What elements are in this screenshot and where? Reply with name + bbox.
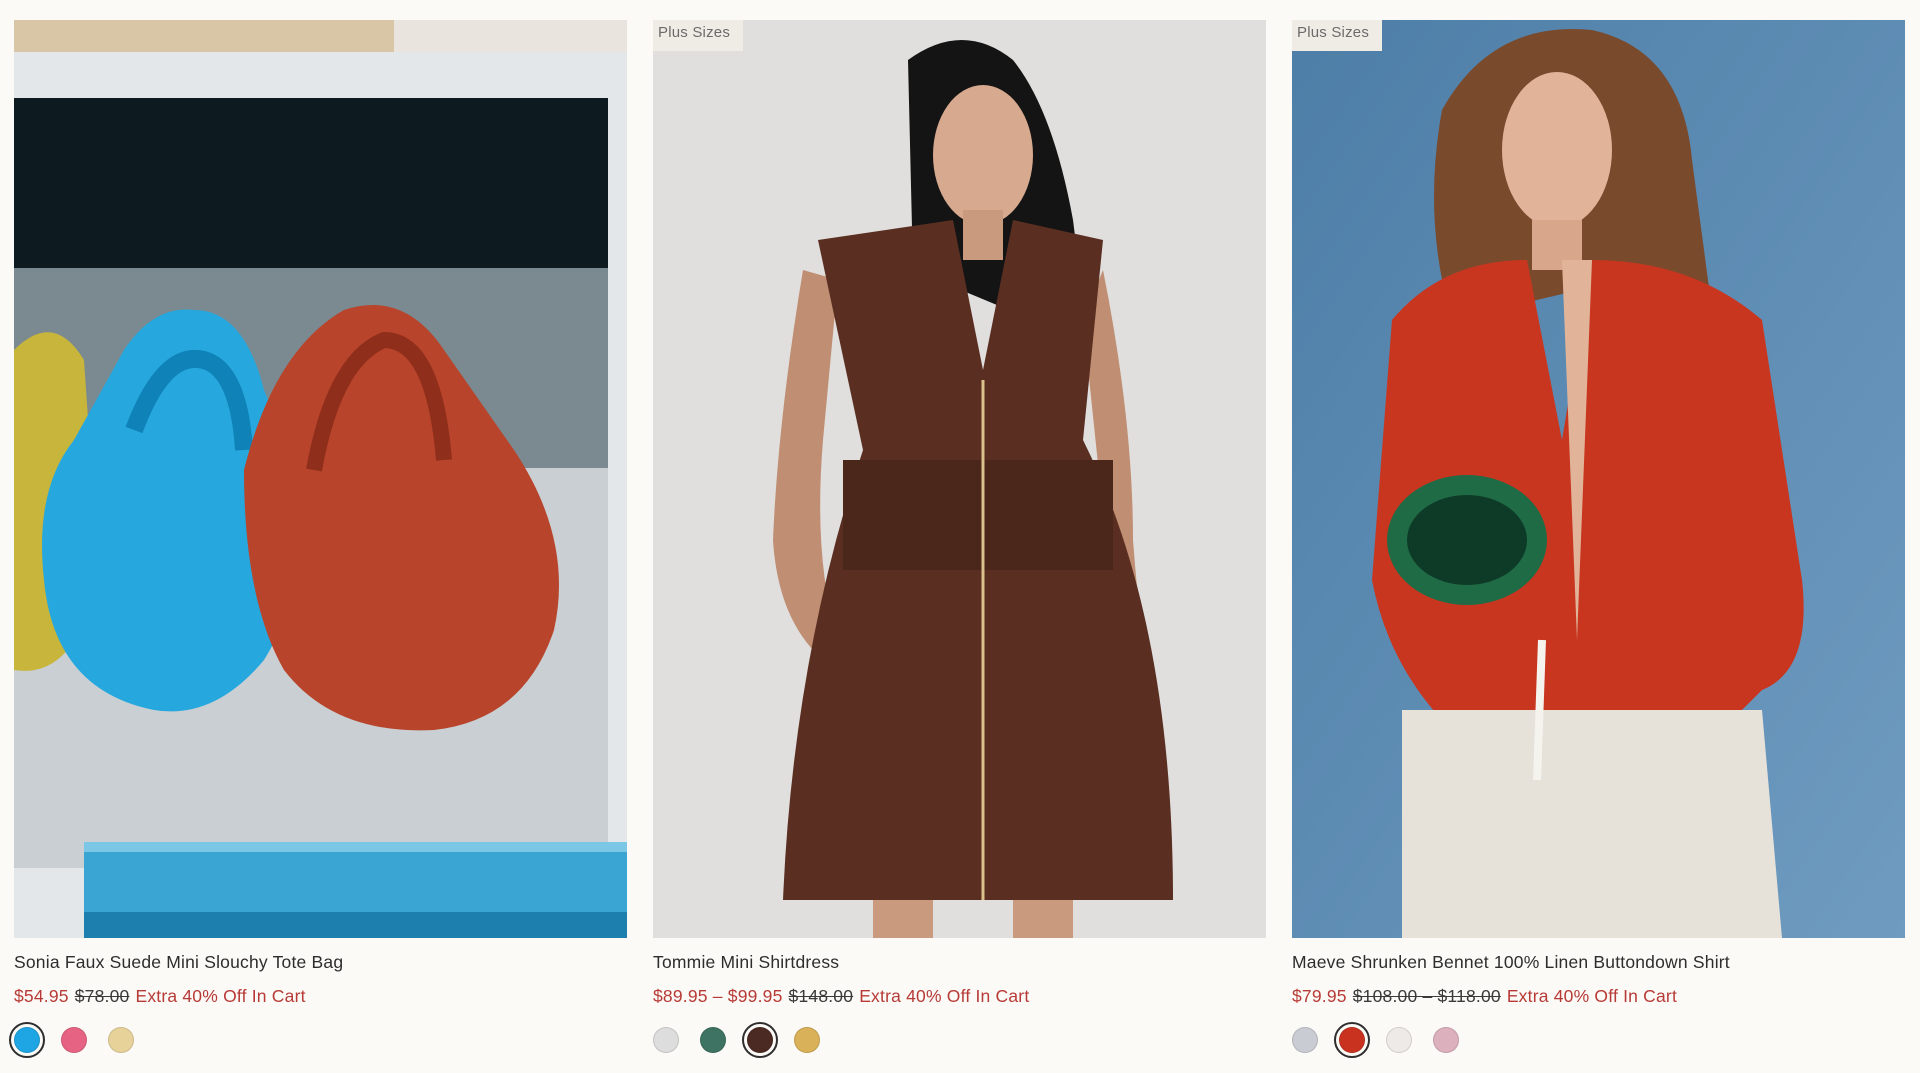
product-price: $89.95 – $99.95 $148.00 Extra 40% Off In C… bbox=[653, 986, 1266, 1007]
color-swatch-white[interactable] bbox=[1386, 1027, 1412, 1053]
color-swatch-grey[interactable] bbox=[1292, 1027, 1318, 1053]
sale-price: $89.95 – $99.95 bbox=[653, 986, 783, 1006]
color-swatches bbox=[653, 1022, 1266, 1058]
color-swatch-red[interactable] bbox=[1334, 1022, 1370, 1058]
product-image[interactable]: Plus Sizes bbox=[653, 20, 1266, 938]
original-price: $108.00 – $118.00 bbox=[1352, 986, 1501, 1006]
product-image[interactable]: Plus Sizes bbox=[1292, 20, 1905, 938]
promo-text: Extra 40% Off In Cart bbox=[135, 986, 306, 1006]
promo-text: Extra 40% Off In Cart bbox=[859, 986, 1030, 1006]
sale-price: $79.95 bbox=[1292, 986, 1347, 1006]
original-price: $148.00 bbox=[788, 986, 854, 1006]
color-swatch-blue[interactable] bbox=[9, 1022, 45, 1058]
product-title[interactable]: Sonia Faux Suede Mini Slouchy Tote Bag bbox=[14, 952, 627, 973]
original-price: $78.00 bbox=[74, 986, 130, 1006]
product-price: $79.95 $108.00 – $118.00 Extra 40% Off In … bbox=[1292, 986, 1905, 1007]
color-swatches bbox=[9, 1022, 627, 1058]
plus-sizes-badge: Plus Sizes bbox=[1292, 20, 1383, 51]
color-swatch-green[interactable] bbox=[700, 1027, 726, 1053]
product-grid: Sonia Faux Suede Mini Slouchy Tote Bag $… bbox=[9, 0, 1905, 1058]
product-image[interactable] bbox=[14, 20, 627, 938]
color-swatch-white[interactable] bbox=[653, 1027, 679, 1053]
color-swatch-pink[interactable] bbox=[61, 1027, 87, 1053]
product-title[interactable]: Tommie Mini Shirtdress bbox=[653, 952, 1266, 973]
color-swatch-gold[interactable] bbox=[108, 1027, 134, 1053]
product-card[interactable]: Plus Sizes Maeve Shrunken Bennet 100% Li… bbox=[1292, 0, 1905, 1058]
plus-sizes-badge: Plus Sizes bbox=[653, 20, 744, 51]
color-swatch-brown[interactable] bbox=[742, 1022, 778, 1058]
product-card[interactable]: Plus Sizes Tommie Mini Shirtdress $89.95… bbox=[653, 0, 1266, 1058]
product-price: $54.95 $78.00 Extra 40% Off In Cart bbox=[14, 986, 627, 1007]
color-swatch-pink[interactable] bbox=[1433, 1027, 1459, 1053]
color-swatch-gold[interactable] bbox=[794, 1027, 820, 1053]
product-card[interactable]: Sonia Faux Suede Mini Slouchy Tote Bag $… bbox=[9, 0, 627, 1058]
color-swatches bbox=[1292, 1022, 1905, 1058]
sale-price: $54.95 bbox=[14, 986, 69, 1006]
product-title[interactable]: Maeve Shrunken Bennet 100% Linen Buttond… bbox=[1292, 952, 1905, 973]
promo-text: Extra 40% Off In Cart bbox=[1506, 986, 1678, 1006]
